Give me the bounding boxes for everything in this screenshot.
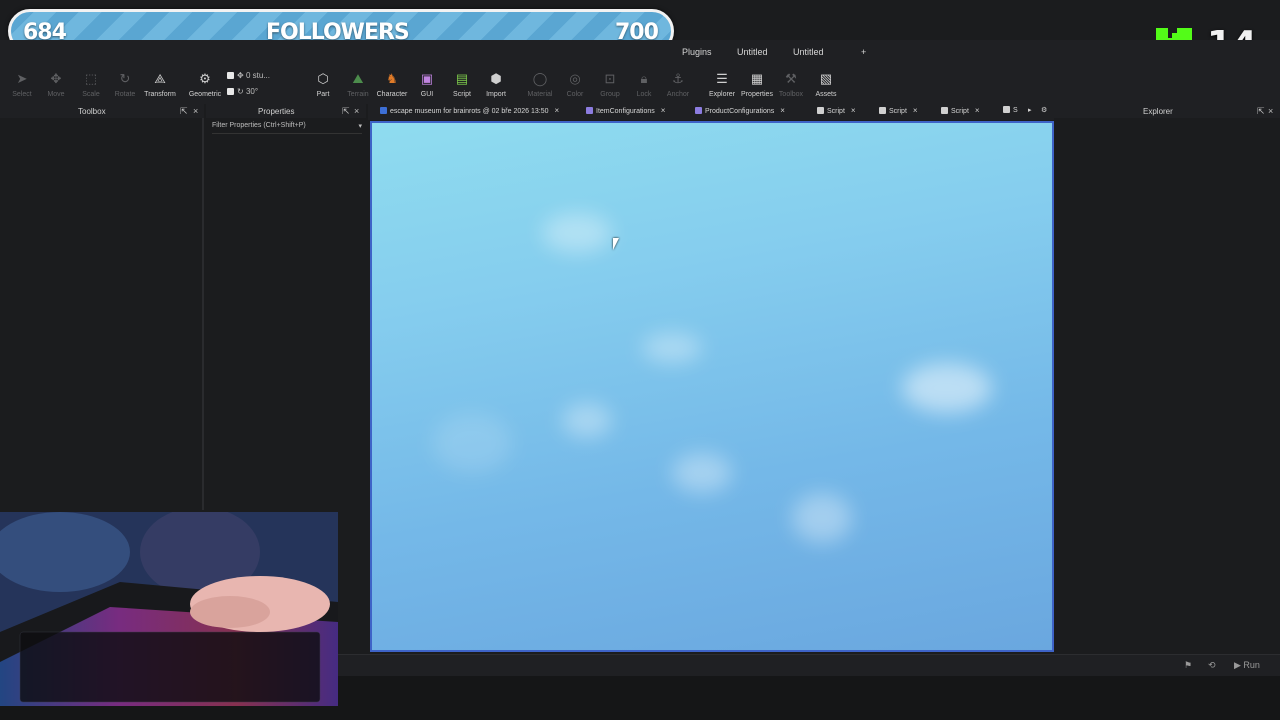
place-icon [380,107,387,114]
close-icon[interactable]: × [975,106,980,115]
anchor-button[interactable]: ⚓︎ Anchor [658,70,698,98]
import-icon: ⬢ [490,71,502,86]
sky-cloud [432,413,512,473]
close-icon[interactable]: × [661,106,666,115]
transform-icon: ⟁ [154,71,166,86]
assets-icon: ▧ [819,71,833,86]
toolbox-title: Toolbox [78,107,106,116]
bookmark-icon[interactable]: ⚑ [1184,660,1192,671]
script-icon [1003,106,1010,113]
properties-panel-header: Properties ⇱ × [206,104,366,118]
ribbon-toolbar: ➤ Select ✥ Move ⬚ Scale ↻ Rotate ⟁ Transform … [0,64,1280,104]
tab-overflow-chevron-icon[interactable]: ▸ [1028,106,1032,119]
menu-add-tab[interactable]: + [861,47,866,57]
close-icon[interactable]: × [851,106,856,115]
sky-cloud [562,403,612,438]
webcam-overlay [0,512,338,706]
explorer-icon: ☰ [716,71,728,86]
menu-plugins[interactable]: Plugins [682,47,712,57]
filter-properties-input[interactable]: Filter Properties (Ctrl+Shift+P) ▾ [212,122,362,134]
popout-icon[interactable]: ⇱ [342,106,350,117]
import-button[interactable]: ⬢ Import [476,70,516,98]
toolbox-panel [0,118,204,510]
tab-itemconfigurations[interactable]: ItemConfigurations × [586,106,665,119]
play-icon: ▶ [1234,660,1244,670]
explorer-panel [1054,118,1280,654]
menu-untitled-1[interactable]: Untitled [737,47,768,57]
history-icon[interactable]: ⟲ [1208,660,1216,671]
explorer-panel-header: Explorer ⇱ × [1054,104,1280,118]
character-icon: ♞ [386,71,398,86]
properties-title: Properties [258,107,295,116]
anchor-icon: ⚓︎ [672,71,684,86]
tab-place[interactable]: escape museum for brainrots @ 02 bře 202… [380,106,559,119]
popout-icon[interactable]: ⇱ [180,106,188,117]
sky-cloud [542,213,612,253]
tab-script-4[interactable]: S [1003,106,1018,119]
tab-script-3[interactable]: Script × [941,106,980,119]
script-icon [817,107,824,114]
webcam-feed [0,512,338,706]
close-icon[interactable]: × [354,106,359,116]
sky-cloud [902,363,992,413]
popout-icon[interactable]: ⇱ [1257,106,1265,117]
character-button[interactable]: ♞ Character [372,70,412,98]
script-icon [879,107,886,114]
close-icon[interactable]: × [554,106,559,115]
gui-button[interactable]: ▣ GUI [407,70,447,98]
module-script-icon [695,107,702,114]
color-button[interactable]: ◎ Color [555,70,595,98]
rotate-snap-toggle[interactable]: ↻ 30° [227,87,258,96]
chevron-down-icon: ▾ [358,123,362,130]
rotate-small-icon: ↻ [237,87,246,96]
module-script-icon [586,107,593,114]
menu-untitled-2[interactable]: Untitled [793,47,824,57]
geometric-dropdown[interactable]: ⚙ Geometric [185,70,225,98]
rotate-tool[interactable]: ↻ Rotate [105,70,145,98]
properties-panel [206,118,366,510]
explorer-title: Explorer [1143,107,1173,116]
color-icon: ◎ [569,71,581,86]
close-icon[interactable]: × [913,106,918,115]
bottom-bar: ⚑ ⟲ ▶ Run [338,654,1280,676]
explorer-toggle[interactable]: ☰ Explorer [702,70,742,98]
move-snap-toggle[interactable]: ✥ 0 stu... [227,71,270,80]
mouse-cursor-icon [613,238,619,250]
settings-gear-icon[interactable]: ⚙ [1041,106,1047,119]
toolbox-icon: ⚒ [785,71,797,86]
part-button[interactable]: ⬡ Part [303,70,343,98]
sky-cloud [642,333,702,363]
tab-script-2[interactable]: Script × [879,106,918,119]
material-icon: ◯ [532,71,548,86]
viewport-3d[interactable] [370,121,1054,652]
run-button[interactable]: ▶ Run [1234,660,1260,671]
material-button[interactable]: ◯ Material [520,70,560,98]
move-arrows-icon: ✥ [237,71,246,80]
close-icon[interactable]: × [1268,106,1273,116]
transform-tool[interactable]: ⟁ Transform [140,70,180,98]
cube-icon: ⬡ [317,71,329,86]
tab-script-1[interactable]: Script × [817,106,856,119]
script-icon [941,107,948,114]
gui-icon: ▣ [420,71,434,86]
tab-productconfigurations[interactable]: ProductConfigurations × [695,106,785,119]
move-icon: ✥ [50,71,62,86]
move-tool[interactable]: ✥ Move [36,70,76,98]
toolbox-toggle[interactable]: ⚒ Toolbox [771,70,811,98]
checkbox-icon [227,88,234,96]
editor-tab-bar: escape museum for brainrots @ 02 bře 202… [368,104,1054,120]
toolbox-panel-header: Toolbox ⇱ × [0,104,204,118]
close-icon[interactable]: × [780,106,785,115]
menu-bar: Plugins Untitled Untitled + [0,40,1280,64]
sky-cloud [792,493,852,543]
checkbox-icon [227,72,234,80]
rotate-icon: ↻ [119,71,131,86]
geometric-icon: ⚙ [199,71,211,86]
assets-toggle[interactable]: ▧ Assets [806,70,846,98]
close-icon[interactable]: × [193,106,198,116]
sky-cloud [672,453,732,493]
